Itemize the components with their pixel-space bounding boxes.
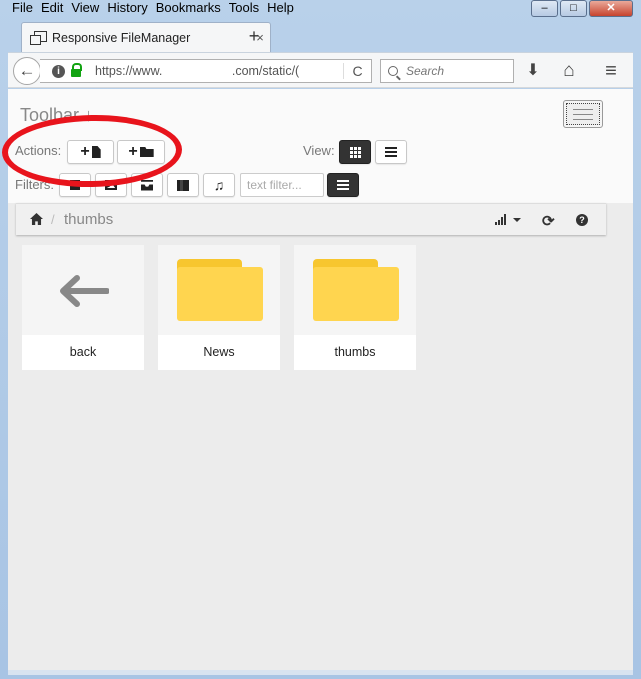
minimize-button[interactable]: – [531, 0, 558, 17]
browser-window: File Edit View History Bookmarks Tools H… [0, 0, 641, 679]
search-box[interactable]: Search [380, 59, 514, 83]
filter-images-button[interactable] [95, 173, 127, 197]
folder-icon [177, 259, 263, 321]
menu-bookmarks[interactable]: Bookmarks [152, 0, 225, 18]
folder-icon [313, 259, 399, 321]
filter-all-button[interactable] [327, 173, 359, 197]
inbox-icon [141, 179, 153, 191]
tile-thumbnail [158, 245, 280, 335]
tab-title: Responsive FileManager [52, 30, 191, 45]
toolbar-panel: Toolbar ↓ Actions: + + View: Filters: ♫ … [8, 89, 633, 203]
filter-files-button[interactable] [59, 173, 91, 197]
image-icon [105, 180, 117, 190]
breadcrumb-current[interactable]: thumbs [64, 211, 113, 228]
help-icon[interactable]: ? [576, 214, 588, 226]
address-bar[interactable]: i https://www. .com/static/( C [40, 59, 372, 83]
film-icon [177, 179, 189, 191]
page-content: Toolbar ↓ Actions: + + View: Filters: ♫ … [8, 89, 633, 670]
close-window-button[interactable]: ✕ [589, 0, 633, 17]
tile-name: News [203, 345, 235, 359]
maximize-button[interactable]: □ [560, 0, 587, 17]
back-tile[interactable]: back [22, 245, 144, 370]
back-button[interactable]: ← [13, 57, 41, 85]
folder-tile-thumbs[interactable]: thumbs [294, 245, 416, 370]
actions-label: Actions: [15, 143, 62, 158]
plus-icon: + [128, 143, 138, 160]
toggle-bar [573, 109, 593, 110]
new-folder-button[interactable]: + [117, 140, 165, 164]
filter-music-button[interactable]: ♫ [203, 173, 235, 197]
breadcrumb: / thumbs ⟳ ? [16, 203, 606, 235]
search-icon [388, 66, 398, 76]
browser-tab[interactable]: Responsive FileManager × [21, 22, 271, 52]
navigation-bar: ← i https://www. .com/static/( C Search … [8, 52, 633, 88]
tile-thumbnail [294, 245, 416, 335]
status-bar [8, 670, 633, 675]
arrow-left-icon [60, 275, 109, 307]
search-placeholder: Search [406, 64, 445, 78]
file-icon [70, 180, 80, 190]
list-icon [337, 180, 349, 190]
tile-thumbnail [22, 245, 144, 335]
menu-bar: File Edit View History Bookmarks Tools H… [8, 0, 521, 18]
filter-archives-button[interactable] [131, 173, 163, 197]
tile-name: back [69, 345, 97, 359]
menu-file[interactable]: File [8, 0, 37, 18]
toolbar-title: Toolbar ↓ [20, 105, 94, 125]
tile-name: thumbs [334, 345, 376, 359]
folder-open-icon [139, 147, 154, 157]
filters-label: Filters: [15, 177, 54, 192]
view-label: View: [303, 143, 335, 158]
home-icon[interactable]: ⌂ [556, 59, 582, 83]
file-icon [91, 146, 101, 158]
music-icon: ♫ [213, 177, 225, 193]
list-icon [385, 147, 397, 157]
toggle-bar [573, 119, 593, 120]
menu-help[interactable]: Help [263, 0, 298, 18]
lock-icon [71, 63, 82, 77]
grid-icon [349, 146, 361, 158]
folder-tile-news[interactable]: News [158, 245, 280, 370]
home-icon[interactable] [30, 213, 43, 225]
menu-view[interactable]: View [67, 0, 103, 18]
reload-icon[interactable]: C [343, 63, 371, 79]
chevron-down-icon[interactable] [513, 218, 521, 222]
filter-video-button[interactable] [167, 173, 199, 197]
filemanager-favicon-icon [30, 30, 47, 45]
upload-file-button[interactable]: + [67, 140, 114, 164]
toolbar-toggle-button[interactable] [563, 100, 603, 128]
info-icon[interactable]: i [52, 64, 65, 78]
refresh-icon[interactable]: ⟳ [542, 212, 555, 230]
text-filter-input[interactable] [240, 173, 324, 197]
list-view-button[interactable] [375, 140, 407, 164]
breadcrumb-separator: / [51, 212, 55, 227]
url-text[interactable]: https://www. .com/static/( [95, 64, 343, 78]
menu-edit[interactable]: Edit [37, 0, 67, 18]
window-controls: – □ ✕ [531, 0, 633, 17]
menu-history[interactable]: History [103, 0, 151, 18]
new-tab-button[interactable]: + [244, 26, 264, 47]
menu-tools[interactable]: Tools [225, 0, 263, 18]
toggle-bar [573, 114, 593, 115]
sort-signal-icon[interactable] [495, 214, 506, 225]
hamburger-menu-icon[interactable]: ≡ [598, 59, 624, 83]
plus-icon: + [80, 143, 90, 160]
tab-strip: Responsive FileManager × + [8, 20, 633, 52]
grid-view-button[interactable] [339, 140, 371, 164]
download-icon[interactable]: ⬇ [520, 59, 546, 83]
